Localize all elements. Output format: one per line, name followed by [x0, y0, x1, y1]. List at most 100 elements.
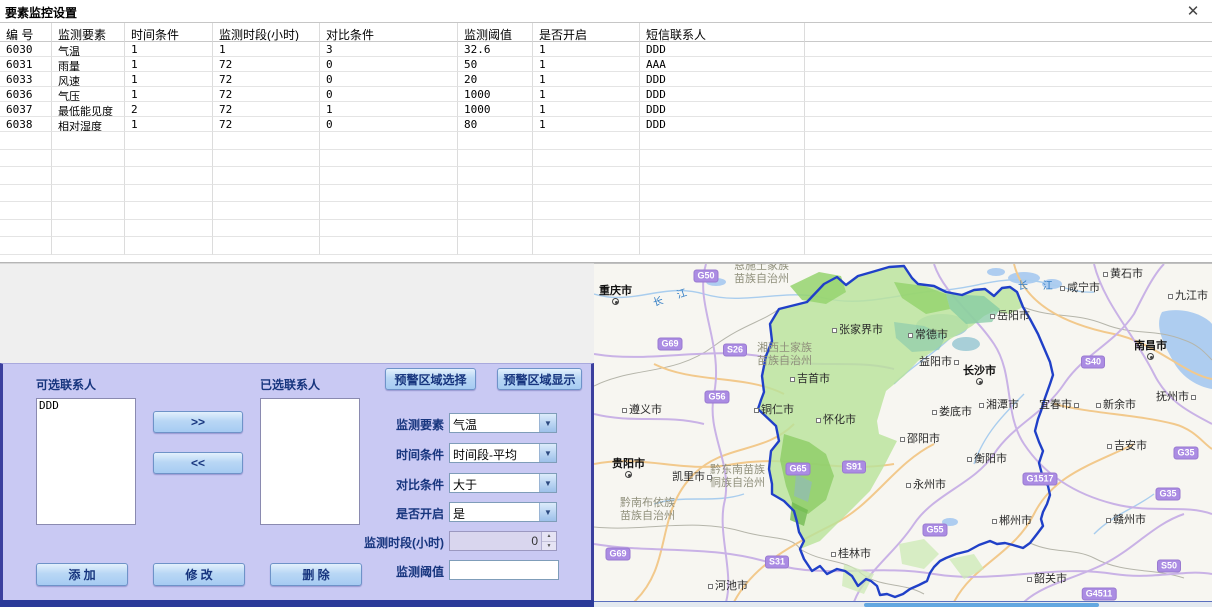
table-cell — [640, 220, 805, 238]
city-marker-icon — [900, 437, 905, 442]
table-cell[interactable]: 雨量 — [52, 57, 125, 72]
table-cell[interactable]: 1 — [125, 42, 213, 57]
compare-condition-combobox[interactable]: 大于 ▼ — [449, 473, 557, 493]
warning-area-map[interactable]: 重庆市遵义市铜仁市张家界市吉首市怀化市常德市益阳市岳阳市长沙市湘潭市娄底市邵阳市… — [594, 263, 1212, 601]
table-cell[interactable]: DDD — [640, 102, 805, 117]
move-right-button[interactable]: >> — [153, 411, 243, 433]
enabled-combobox[interactable]: 是 ▼ — [449, 502, 557, 522]
table-row[interactable]: 6033风速1720201DDD — [0, 72, 1212, 87]
table-cell[interactable]: 1 — [533, 72, 640, 87]
modify-button[interactable]: 修 改 — [153, 563, 245, 586]
column-header[interactable]: 是否开启 — [533, 23, 640, 42]
table-cell[interactable]: DDD — [640, 72, 805, 87]
table-row[interactable]: 6030气温11332.61DDD — [0, 42, 1212, 57]
table-cell[interactable]: 1 — [320, 102, 458, 117]
table-cell[interactable]: 72 — [213, 72, 320, 87]
chevron-down-icon[interactable]: ▼ — [539, 503, 556, 521]
table-cell[interactable]: 6036 — [0, 87, 52, 102]
map-city: 娄底市 — [932, 406, 972, 418]
map-horizontal-scrollbar[interactable] — [594, 601, 1212, 607]
table-cell[interactable]: 6037 — [0, 102, 52, 117]
table-cell[interactable]: 2 — [125, 102, 213, 117]
scrollbar-thumb[interactable] — [864, 603, 1099, 607]
table-header-row[interactable]: 编 号监测要素时间条件监测时段(小时)对比条件监测阈值是否开启短信联系人 — [0, 23, 1212, 42]
table-cell[interactable]: 72 — [213, 87, 320, 102]
table-cell[interactable]: 1000 — [458, 87, 533, 102]
table-cell[interactable]: DDD — [640, 42, 805, 57]
table-cell[interactable]: 0 — [320, 117, 458, 132]
table-row — [0, 167, 1212, 185]
table-cell[interactable]: 1000 — [458, 102, 533, 117]
table-cell — [458, 185, 533, 203]
table-cell[interactable]: 6033 — [0, 72, 52, 87]
column-header[interactable]: 短信联系人 — [640, 23, 805, 42]
spinner-up-icon[interactable]: ▲ — [542, 532, 556, 542]
chevron-down-icon[interactable]: ▼ — [539, 444, 556, 462]
spinner-down-icon[interactable]: ▼ — [542, 542, 556, 551]
table-cell[interactable]: 6038 — [0, 117, 52, 132]
time-condition-combobox[interactable]: 时间段-平均 ▼ — [449, 443, 557, 463]
table-cell — [52, 237, 125, 255]
table-cell[interactable]: 最低能见度 — [52, 102, 125, 117]
delete-button[interactable]: 删 除 — [270, 563, 362, 586]
table-cell[interactable]: 气温 — [52, 42, 125, 57]
table-cell[interactable]: 1 — [125, 72, 213, 87]
move-left-button[interactable]: << — [153, 452, 243, 474]
capital-marker-icon — [1147, 353, 1154, 360]
table-cell[interactable]: 1 — [125, 117, 213, 132]
city-marker-icon — [831, 552, 836, 557]
table-cell[interactable]: 0 — [320, 72, 458, 87]
table-cell[interactable]: 1 — [125, 87, 213, 102]
column-header[interactable]: 监测阈值 — [458, 23, 533, 42]
add-button[interactable]: 添 加 — [36, 563, 128, 586]
element-combobox[interactable]: 气温 ▼ — [449, 413, 557, 433]
threshold-input[interactable] — [449, 560, 559, 580]
available-contacts-list[interactable]: DDD — [36, 398, 136, 525]
table-cell[interactable]: 20 — [458, 72, 533, 87]
table-cell[interactable]: 1 — [533, 102, 640, 117]
table-cell[interactable]: DDD — [640, 117, 805, 132]
table-cell[interactable]: 1 — [533, 57, 640, 72]
table-row[interactable]: 6031雨量1720501AAA — [0, 57, 1212, 72]
table-cell[interactable]: 6031 — [0, 57, 52, 72]
column-header[interactable]: 监测时段(小时) — [213, 23, 320, 42]
table-cell[interactable]: 80 — [458, 117, 533, 132]
column-header[interactable]: 编 号 — [0, 23, 52, 42]
column-header[interactable]: 监测要素 — [52, 23, 125, 42]
table-cell[interactable]: 3 — [320, 42, 458, 57]
table-cell[interactable]: 1 — [125, 57, 213, 72]
table-cell[interactable]: 风速 — [52, 72, 125, 87]
warning-area-display-button[interactable]: 预警区域显示 — [497, 368, 582, 390]
table-cell — [52, 220, 125, 238]
table-cell[interactable]: 72 — [213, 57, 320, 72]
period-spinner[interactable]: 0 ▲ ▼ — [449, 531, 557, 551]
table-cell[interactable]: 72 — [213, 117, 320, 132]
table-cell[interactable]: 0 — [320, 87, 458, 102]
table-cell[interactable]: 相对湿度 — [52, 117, 125, 132]
table-cell[interactable]: 72 — [213, 102, 320, 117]
table-row[interactable]: 6038相对湿度1720801DDD — [0, 117, 1212, 132]
table-cell[interactable]: 6030 — [0, 42, 52, 57]
table-cell[interactable]: 1 — [533, 87, 640, 102]
table-cell[interactable]: 50 — [458, 57, 533, 72]
close-icon[interactable]: ✕ — [1184, 2, 1202, 20]
table-cell[interactable]: 0 — [320, 57, 458, 72]
city-label: 长沙市 — [963, 365, 996, 377]
table-cell[interactable]: 气压 — [52, 87, 125, 102]
list-item[interactable]: DDD — [37, 399, 135, 412]
chevron-down-icon[interactable]: ▼ — [539, 474, 556, 492]
table-cell[interactable]: 32.6 — [458, 42, 533, 57]
monitor-settings-table[interactable]: 编 号监测要素时间条件监测时段(小时)对比条件监测阈值是否开启短信联系人6030… — [0, 22, 1212, 263]
table-cell[interactable]: 1 — [533, 42, 640, 57]
table-cell[interactable]: 1 — [533, 117, 640, 132]
table-cell[interactable]: DDD — [640, 87, 805, 102]
column-header[interactable]: 时间条件 — [125, 23, 213, 42]
district-label: 湘西土家族苗族自治州 — [757, 342, 812, 368]
warning-area-select-button[interactable]: 预警区域选择 — [385, 368, 476, 390]
table-cell[interactable]: AAA — [640, 57, 805, 72]
table-cell[interactable]: 1 — [213, 42, 320, 57]
table-row[interactable]: 6036气压172010001DDD — [0, 87, 1212, 102]
column-header[interactable]: 对比条件 — [320, 23, 458, 42]
table-row[interactable]: 6037最低能见度272110001DDD — [0, 102, 1212, 117]
chevron-down-icon[interactable]: ▼ — [539, 414, 556, 432]
